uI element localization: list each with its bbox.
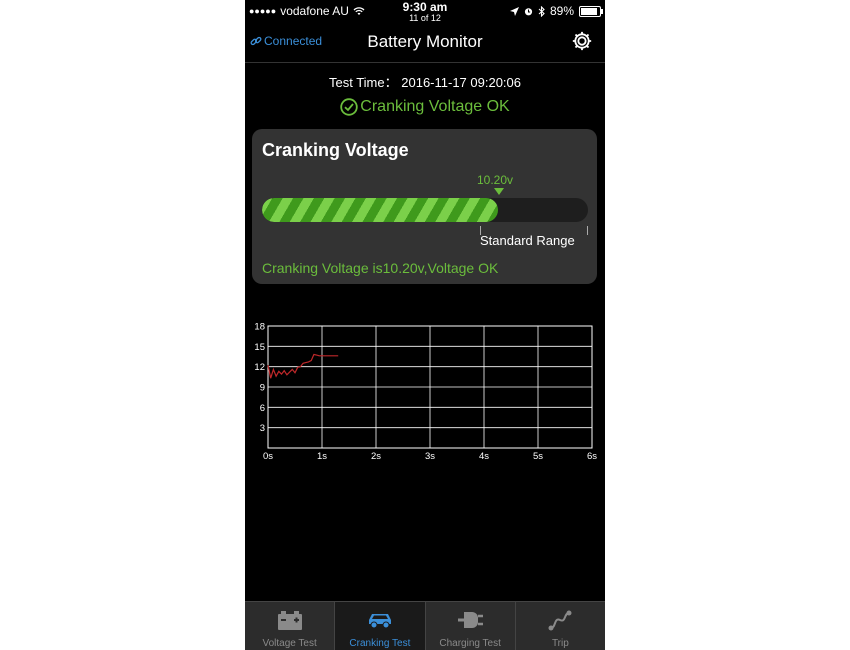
test-time-separator: ： xyxy=(384,75,398,90)
navigation-bar: Connected Battery Monitor xyxy=(245,22,605,63)
check-circle-icon xyxy=(340,98,358,116)
voltage-bar-value: 10.20v xyxy=(477,173,514,187)
x-tick-label: 6s xyxy=(587,451,597,462)
plug-icon xyxy=(458,612,484,628)
tab-trip[interactable]: Trip xyxy=(516,602,605,650)
y-tick-label: 18 xyxy=(254,322,265,333)
voltage-chart: 0s 1s 2s 3s 4s 5s 6s 18 15 12 9 6 3 xyxy=(254,322,597,463)
phone-screen: ●●●●● vodafone AU 9:30 am 11 of 12 89% C… xyxy=(245,0,605,650)
battery-icon xyxy=(579,5,603,17)
bluetooth-icon xyxy=(538,5,545,17)
tab-bar: Voltage Test Cranking Test Charging Test xyxy=(245,601,605,650)
cranking-voltage-card: Cranking Voltage 10.20v Standard Range C… xyxy=(252,129,597,284)
x-tick-label: 1s xyxy=(317,451,327,462)
battery-percent: 89% xyxy=(549,4,574,18)
voltage-marker-icon xyxy=(494,188,504,195)
tab-label: Voltage Test xyxy=(262,638,317,649)
y-tick-label: 6 xyxy=(260,403,265,414)
voltage-progress-fill xyxy=(262,198,499,222)
tab-charging-test[interactable]: Charging Test xyxy=(426,602,516,650)
location-arrow-icon xyxy=(509,6,519,16)
test-status: Cranking Voltage OK xyxy=(245,98,605,116)
tab-label: Trip xyxy=(551,638,569,649)
x-tick-label: 0s xyxy=(263,451,273,462)
tab-cranking-test[interactable]: Cranking Test xyxy=(335,602,426,650)
x-tick-label: 3s xyxy=(425,451,435,462)
tab-label: Cranking Test xyxy=(349,638,411,649)
y-tick-label: 9 xyxy=(260,383,265,394)
test-time-label: Test Time xyxy=(328,75,385,90)
standard-range-label: Standard Range xyxy=(480,233,575,248)
x-tick-label: 5s xyxy=(533,451,543,462)
status-bar: ●●●●● vodafone AU 9:30 am 11 of 12 89% xyxy=(245,0,605,23)
status-icons: 89% xyxy=(509,4,603,18)
route-icon xyxy=(548,610,572,631)
x-tick-label: 4s xyxy=(479,451,489,462)
voltage-message: Cranking Voltage is10.20v,Voltage OK xyxy=(262,260,499,276)
x-tick-label: 2s xyxy=(371,451,381,462)
tab-label: Charging Test xyxy=(439,638,501,649)
y-tick-label: 15 xyxy=(254,342,265,353)
card-title: Cranking Voltage xyxy=(262,140,409,160)
tab-voltage-test[interactable]: Voltage Test xyxy=(245,602,336,650)
test-status-text: Cranking Voltage OK xyxy=(360,98,510,115)
y-tick-label: 3 xyxy=(260,423,265,434)
test-time: Test Time： 2016-11-17 09:20:06 xyxy=(245,72,605,91)
alarm-icon xyxy=(524,7,533,15)
page-title: Battery Monitor xyxy=(367,32,483,51)
battery-level-fill xyxy=(581,7,598,15)
car-icon xyxy=(368,614,391,629)
y-tick-label: 12 xyxy=(254,362,265,373)
voltage-progress-bar xyxy=(262,198,588,222)
gear-icon[interactable] xyxy=(571,30,593,52)
battery-icon xyxy=(277,611,302,630)
test-time-value: 2016-11-17 09:20:06 xyxy=(401,75,521,90)
